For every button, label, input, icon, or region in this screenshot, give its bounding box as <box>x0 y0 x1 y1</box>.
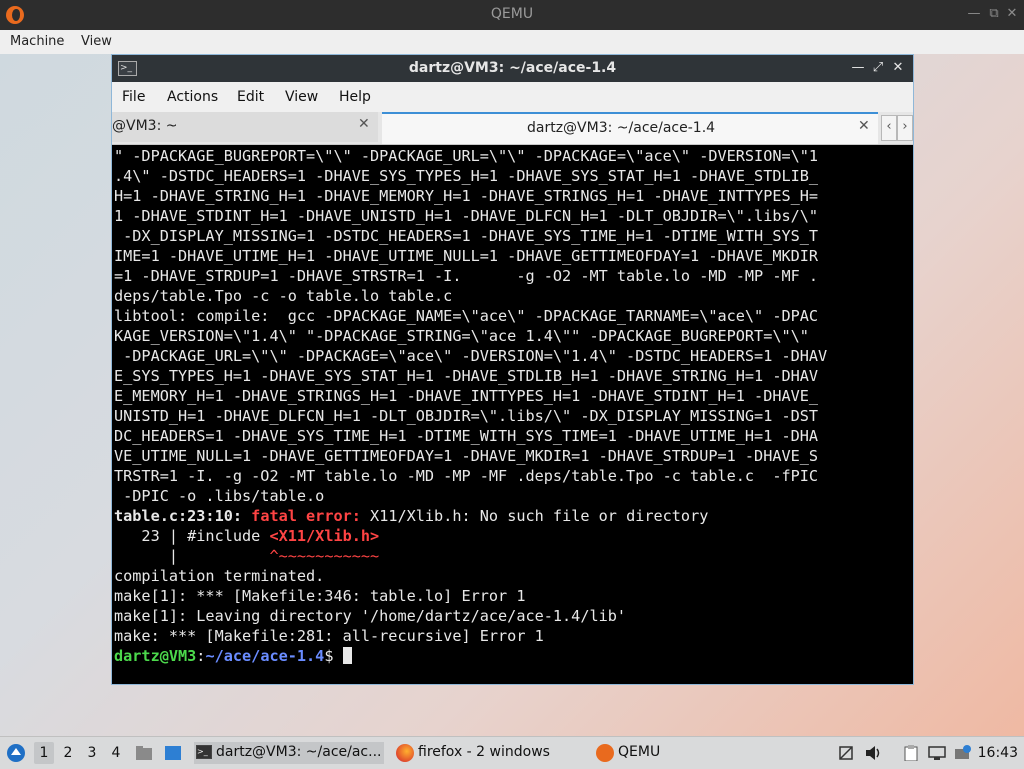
file-manager-icon[interactable] <box>135 745 153 761</box>
output-line: 1 -DHAVE_STDINT_H=1 -DHAVE_UNISTD_H=1 -D… <box>114 207 819 225</box>
volume-icon[interactable] <box>864 745 882 761</box>
workspace-3[interactable]: 3 <box>82 742 102 764</box>
task-label: dartz@VM3: ~/ace/ac... <box>216 744 382 760</box>
taskbar: 1 2 3 4 >_ dartz@VM3: ~/ace/ac... firefo… <box>0 736 1024 769</box>
output-line: " -DPACKAGE_BUGREPORT=\"\" -DPACKAGE_URL… <box>114 147 819 165</box>
error-source-line: 23 | #include <X11/Xlib.h> <box>114 526 911 546</box>
tab-close-icon[interactable]: ✕ <box>858 118 870 134</box>
error-kind: fatal error: <box>251 507 361 525</box>
qemu-titlebar: QEMU — ⧉ ✕ <box>0 0 1024 30</box>
output-line: make[1]: Leaving directory '/home/dartz/… <box>114 607 627 625</box>
error-caret-prefix: | <box>114 547 270 565</box>
error-source-highlight: <X11/Xlib.h> <box>269 527 380 545</box>
output-line: UNISTD_H=1 -DHAVE_DLFCN_H=1 -DLT_OBJDIR=… <box>114 407 819 425</box>
qemu-window-title: QEMU <box>490 6 534 22</box>
minimize-icon[interactable]: — <box>850 60 866 76</box>
output-line: IME=1 -DHAVE_UTIME_H=1 -DHAVE_UTIME_NULL… <box>114 247 819 265</box>
output-line: deps/table.Tpo -c -o table.lo table.c <box>114 287 453 305</box>
tab-label: dartz@VM3: ~/ace/ace-1.4 <box>527 120 716 136</box>
maximize-icon[interactable]: ⧉ <box>986 6 1002 22</box>
error-message: X11/Xlib.h: No such file or directory <box>360 507 709 525</box>
task-label: firefox - 2 windows <box>418 744 550 760</box>
terminal-output[interactable]: " -DPACKAGE_BUGREPORT=\"\" -DPACKAGE_URL… <box>114 146 911 682</box>
terminal-icon: >_ <box>196 745 212 759</box>
tab-home[interactable]: @VM3: ~ ✕ <box>112 112 378 142</box>
qemu-icon <box>596 744 614 762</box>
output-line: .4\" -DSTDC_HEADERS=1 -DHAVE_SYS_TYPES_H… <box>114 167 819 185</box>
error-caret: ^~~~~~~~~~~~ <box>269 547 380 565</box>
qemu-menubar: Machine View <box>0 30 1024 55</box>
terminal-menubar: File Actions Edit View Help <box>112 82 913 112</box>
tab-label: @VM3: ~ <box>112 118 178 134</box>
close-icon[interactable]: ✕ <box>1004 6 1020 22</box>
minimize-icon[interactable]: — <box>966 6 982 22</box>
clock[interactable]: 16:43 <box>978 745 1018 761</box>
show-desktop-icon[interactable] <box>164 745 182 761</box>
output-line: KAGE_VERSION=\"1.4\" "-DPACKAGE_STRING=\… <box>114 327 809 345</box>
update-notifier-icon[interactable] <box>954 745 972 761</box>
terminal-window: >_ dartz@VM3: ~/ace/ace-1.4 — ⤢ ✕ File A… <box>111 54 914 685</box>
tab-scroll-right-icon[interactable]: › <box>897 115 913 141</box>
network-icon[interactable] <box>928 745 946 761</box>
workspace-4[interactable]: 4 <box>106 742 126 764</box>
start-menu-icon[interactable] <box>6 743 26 763</box>
menu-machine[interactable]: Machine <box>10 34 64 49</box>
task-terminal[interactable]: >_ dartz@VM3: ~/ace/ac... <box>194 742 384 764</box>
terminal-window-title: dartz@VM3: ~/ace/ace-1.4 <box>408 60 617 76</box>
task-firefox[interactable]: firefox - 2 windows <box>394 742 584 764</box>
error-caret-line: | ^~~~~~~~~~~~ <box>114 546 911 566</box>
output-line: make: *** [Makefile:281: all-recursive] … <box>114 627 544 645</box>
menu-file[interactable]: File <box>122 89 145 105</box>
menu-help[interactable]: Help <box>339 89 371 105</box>
tab-ace[interactable]: dartz@VM3: ~/ace/ace-1.4 ✕ <box>382 112 878 144</box>
tab-scroll-left-icon[interactable]: ‹ <box>881 115 897 141</box>
menu-view[interactable]: View <box>81 34 112 49</box>
clipboard-icon[interactable] <box>902 745 920 762</box>
terminal-titlebar: >_ dartz@VM3: ~/ace/ace-1.4 — ⤢ ✕ <box>112 55 913 82</box>
prompt-user: dartz@VM3 <box>114 647 197 665</box>
maximize-icon[interactable]: ⤢ <box>870 60 886 76</box>
task-label: QEMU <box>618 744 661 760</box>
workspace-2[interactable]: 2 <box>58 742 78 764</box>
output-line: E_MEMORY_H=1 -DHAVE_STRINGS_H=1 -DHAVE_I… <box>114 387 819 405</box>
output-line: =1 -DHAVE_STRDUP=1 -DHAVE_STRSTR=1 -I. -… <box>114 267 819 285</box>
menu-edit[interactable]: Edit <box>237 89 264 105</box>
output-line: compilation terminated. <box>114 567 325 585</box>
output-line: -DPACKAGE_URL=\"\" -DPACKAGE=\"ace\" -DV… <box>114 347 828 365</box>
text-cursor <box>342 647 352 664</box>
menu-actions[interactable]: Actions <box>167 89 218 105</box>
notifications-icon[interactable] <box>838 745 856 761</box>
workspace-1[interactable]: 1 <box>34 742 54 764</box>
output-line: -DX_DISPLAY_MISSING=1 -DSTDC_HEADERS=1 -… <box>114 227 819 245</box>
output-line: make[1]: *** [Makefile:346: table.lo] Er… <box>114 587 526 605</box>
error-source-prefix: 23 | #include <box>114 527 270 545</box>
error-line: table.c:23:10: fatal error: X11/Xlib.h: … <box>114 506 911 526</box>
tab-close-icon[interactable]: ✕ <box>358 116 370 132</box>
prompt-symbol: $ <box>324 647 343 665</box>
output-line: DC_HEADERS=1 -DHAVE_SYS_TIME_H=1 -DTIME_… <box>114 427 819 445</box>
terminal-tabbar: @VM3: ~ ✕ dartz@VM3: ~/ace/ace-1.4 ✕ ‹ › <box>112 112 913 145</box>
prompt-line[interactable]: dartz@VM3:~/ace/ace-1.4$ <box>114 646 911 666</box>
task-qemu[interactable]: QEMU <box>594 742 694 764</box>
firefox-icon <box>396 744 414 762</box>
close-icon[interactable]: ✕ <box>890 60 906 76</box>
output-line: E_SYS_TYPES_H=1 -DHAVE_SYS_STAT_H=1 -DHA… <box>114 367 819 385</box>
output-line: H=1 -DHAVE_STRING_H=1 -DHAVE_MEMORY_H=1 … <box>114 187 819 205</box>
output-line: VE_UTIME_NULL=1 -DHAVE_GETTIMEOFDAY=1 -D… <box>114 447 819 465</box>
output-line: -DPIC -o .libs/table.o <box>114 487 325 505</box>
prompt-path: ~/ace/ace-1.4 <box>205 647 325 665</box>
output-line: libtool: compile: gcc -DPACKAGE_NAME=\"a… <box>114 307 819 325</box>
output-lines: " -DPACKAGE_BUGREPORT=\"\" -DPACKAGE_URL… <box>114 146 911 506</box>
error-location: table.c:23:10: <box>114 507 243 525</box>
menu-view[interactable]: View <box>285 89 318 105</box>
output-line: TRSTR=1 -I. -g -O2 -MT table.lo -MD -MP … <box>114 467 819 485</box>
